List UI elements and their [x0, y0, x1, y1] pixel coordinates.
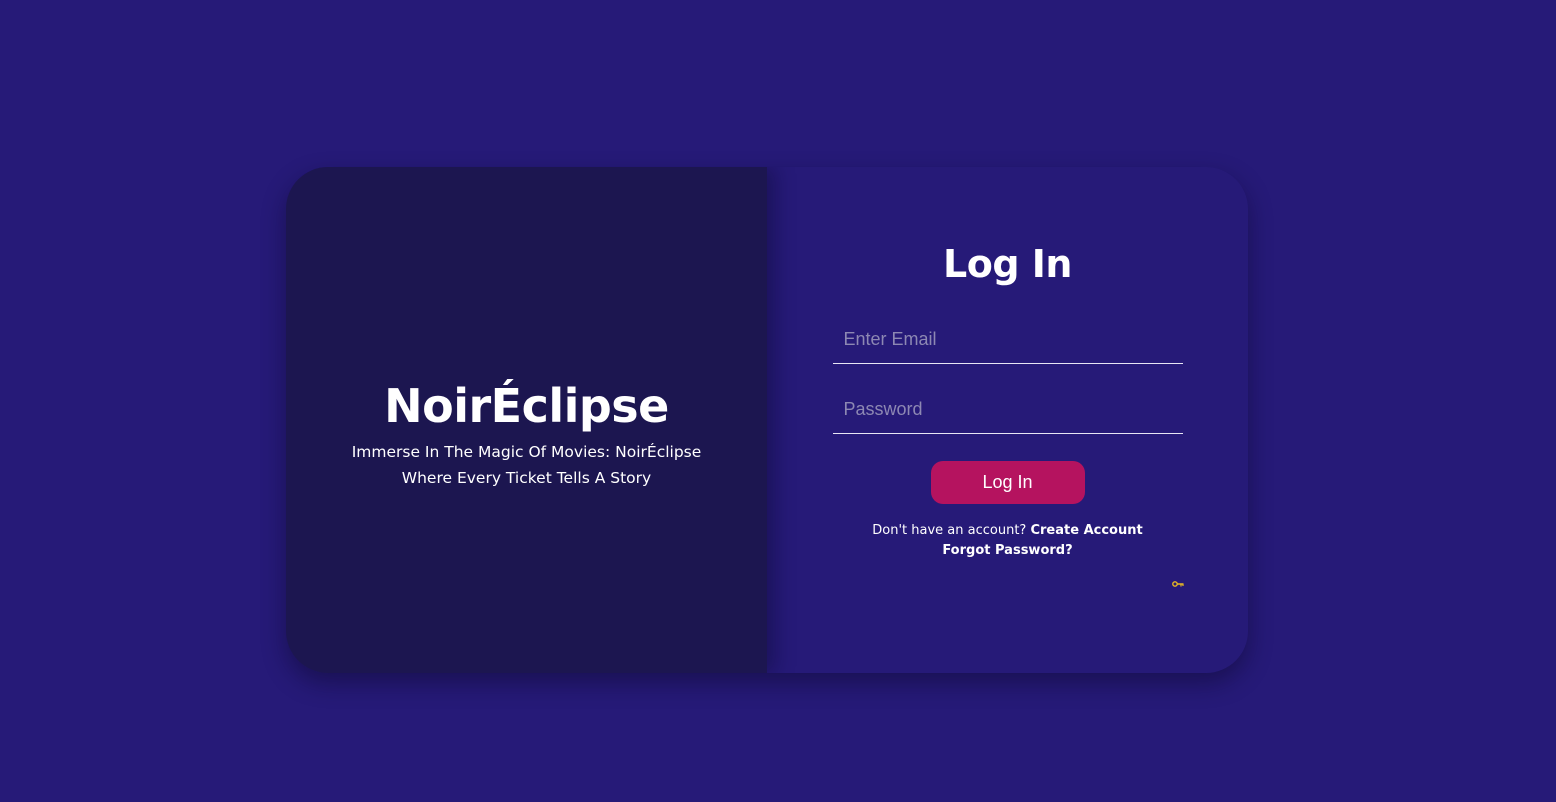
- brand-title: NoirÉclipse: [384, 379, 669, 433]
- forgot-password-row: Forgot Password?: [872, 541, 1142, 561]
- forgot-password-link[interactable]: Forgot Password?: [942, 543, 1072, 558]
- brand-panel: NoirÉclipse Immerse In The Magic Of Movi…: [286, 167, 767, 673]
- login-card: NoirÉclipse Immerse In The Magic Of Movi…: [286, 167, 1248, 673]
- brand-tagline: Immerse In The Magic Of Movies: NoirÉcli…: [352, 439, 702, 491]
- email-field[interactable]: [832, 316, 1183, 364]
- account-links: Don't have an account? Create Account Fo…: [872, 521, 1142, 561]
- login-panel: Log In Log In Don't have an account? Cre…: [767, 167, 1248, 673]
- login-heading: Log In: [943, 242, 1072, 286]
- login-button[interactable]: Log In: [930, 461, 1085, 504]
- tagline-line-2: Where Every Ticket Tells A Story: [401, 469, 652, 487]
- key-icon: [1172, 581, 1184, 587]
- no-account-text: Don't have an account?: [872, 523, 1027, 538]
- create-account-link[interactable]: Create Account: [1030, 523, 1142, 538]
- tagline-line-1: Immerse In The Magic Of Movies: NoirÉcli…: [351, 443, 702, 461]
- create-account-row: Don't have an account? Create Account: [872, 521, 1142, 541]
- password-field[interactable]: [832, 386, 1183, 434]
